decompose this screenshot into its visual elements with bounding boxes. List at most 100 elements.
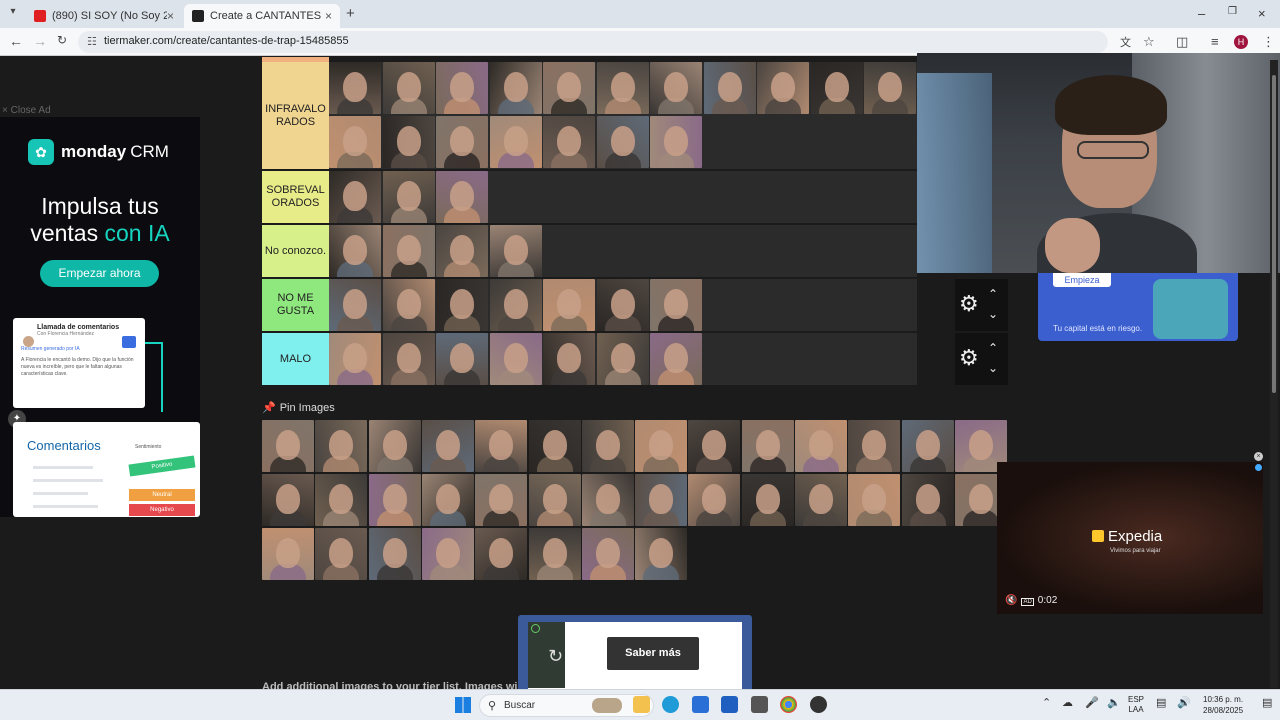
artist-thumbnail[interactable] xyxy=(528,420,581,472)
artist-thumbnail[interactable] xyxy=(315,528,368,580)
tier-label[interactable]: No conozco. xyxy=(262,225,329,278)
adchoices-icon[interactable] xyxy=(1255,464,1262,471)
artist-thumbnail[interactable] xyxy=(262,420,314,472)
tier-label[interactable]: INFRAVALO RADOS xyxy=(262,62,329,170)
clock[interactable]: 10:36 p. m. 28/08/2025 xyxy=(1203,694,1243,716)
artist-thumbnail[interactable] xyxy=(795,420,847,472)
close-icon[interactable]: × xyxy=(325,9,332,23)
artist-thumbnail[interactable] xyxy=(650,333,702,385)
language-indicator[interactable]: ESP LAA xyxy=(1128,695,1144,715)
artist-thumbnail[interactable] xyxy=(329,279,381,331)
artist-thumbnail[interactable] xyxy=(382,279,435,331)
minimize-button[interactable]: – xyxy=(1198,6,1205,21)
profile-avatar[interactable]: H xyxy=(1234,35,1248,49)
network-icon[interactable]: ▤ xyxy=(1156,696,1166,709)
artist-thumbnail[interactable] xyxy=(368,528,421,580)
artist-thumbnail[interactable] xyxy=(688,420,741,472)
artist-thumbnail[interactable] xyxy=(581,474,634,526)
new-tab-button[interactable]: + xyxy=(346,5,355,22)
show-hidden-icons-icon[interactable]: ⌃ xyxy=(1042,696,1051,709)
artist-thumbnail[interactable] xyxy=(795,474,847,526)
reload-button[interactable]: ↻ xyxy=(57,33,67,47)
artist-thumbnail[interactable] xyxy=(650,62,702,114)
close-icon[interactable]: × xyxy=(1254,452,1263,461)
artist-thumbnail[interactable] xyxy=(436,62,488,114)
artist-thumbnail[interactable] xyxy=(489,279,542,331)
artist-thumbnail[interactable] xyxy=(543,62,595,114)
artist-thumbnail[interactable] xyxy=(848,474,901,526)
artist-thumbnail[interactable] xyxy=(329,225,381,277)
artist-thumbnail[interactable] xyxy=(436,116,488,168)
artist-thumbnail[interactable] xyxy=(489,333,542,385)
microphone-icon[interactable]: 🎤 xyxy=(1085,696,1099,709)
scrollbar-thumb[interactable] xyxy=(1272,75,1276,393)
artist-thumbnail[interactable] xyxy=(315,474,368,526)
bookmark-star-icon[interactable]: ☆ xyxy=(1143,34,1155,50)
artist-thumbnail[interactable] xyxy=(421,420,474,472)
media-icon[interactable]: ≡ xyxy=(1211,34,1219,49)
investment-ad[interactable]: Empieza Tu capital está en riesgo. xyxy=(1038,273,1238,341)
empieza-button[interactable]: Empieza xyxy=(1053,273,1111,287)
artist-thumbnail[interactable] xyxy=(635,474,688,526)
artist-thumbnail[interactable] xyxy=(262,528,314,580)
artist-thumbnail[interactable] xyxy=(382,171,435,223)
artist-thumbnail[interactable] xyxy=(475,474,528,526)
windows-start-icon[interactable] xyxy=(455,697,471,713)
artist-thumbnail[interactable] xyxy=(489,225,542,277)
replay-icon[interactable]: ↻ xyxy=(548,646,563,667)
gear-icon[interactable]: ⚙ xyxy=(959,345,979,371)
artist-thumbnail[interactable] xyxy=(810,62,863,114)
restore-button[interactable]: ❐ xyxy=(1228,6,1237,17)
artist-thumbnail[interactable] xyxy=(315,420,368,472)
chrome-icon[interactable] xyxy=(780,696,797,713)
gear-icon[interactable]: ⚙ xyxy=(959,291,979,317)
empezar-ahora-button[interactable]: Empezar ahora xyxy=(40,260,159,287)
artist-thumbnail[interactable] xyxy=(901,420,954,472)
artist-thumbnail[interactable] xyxy=(848,420,901,472)
artist-thumbnail[interactable] xyxy=(596,333,649,385)
back-button[interactable]: ← xyxy=(9,33,23,49)
edge-icon[interactable] xyxy=(662,696,679,713)
url-input[interactable]: ☷ tiermaker.com/create/cantantes-de-trap… xyxy=(78,31,1108,53)
close-icon[interactable]: × xyxy=(167,9,174,23)
extensions-icon[interactable]: ◫ xyxy=(1176,34,1188,50)
artist-thumbnail[interactable] xyxy=(368,474,421,526)
artist-thumbnail[interactable] xyxy=(596,279,649,331)
file-explorer-icon[interactable] xyxy=(633,696,650,713)
artist-thumbnail[interactable] xyxy=(741,420,794,472)
artist-thumbnail[interactable] xyxy=(528,528,581,580)
artist-thumbnail[interactable] xyxy=(382,116,435,168)
artist-thumbnail[interactable] xyxy=(543,333,595,385)
chevron-down-icon[interactable]: ⌄ xyxy=(988,307,998,321)
tab-list-button[interactable]: ▾ xyxy=(6,6,20,20)
artist-thumbnail[interactable] xyxy=(436,279,488,331)
store-icon[interactable] xyxy=(692,696,709,713)
artist-thumbnail[interactable] xyxy=(489,116,542,168)
artist-thumbnail[interactable] xyxy=(650,116,702,168)
artist-thumbnail[interactable] xyxy=(528,474,581,526)
menu-icon[interactable]: ⋮ xyxy=(1262,34,1275,50)
artist-thumbnail[interactable] xyxy=(382,333,435,385)
artist-thumbnail[interactable] xyxy=(901,474,954,526)
tier-label[interactable]: MALO xyxy=(262,333,329,386)
expedia-video-ad[interactable]: Expedia Vivimos para viajar 🔇 AD 0:02 xyxy=(997,462,1263,614)
artist-thumbnail[interactable] xyxy=(262,474,314,526)
saber-mas-button[interactable]: Saber más xyxy=(607,637,699,670)
artist-thumbnail[interactable] xyxy=(382,62,435,114)
tab-youtube[interactable]: (890) SI SOY (No Soy 2.0 Al Re × xyxy=(26,4,182,28)
artist-thumbnail[interactable] xyxy=(329,333,381,385)
visual-studio-icon[interactable] xyxy=(721,696,738,713)
translate-icon[interactable]: 文 xyxy=(1120,34,1131,50)
artist-thumbnail[interactable] xyxy=(368,420,421,472)
taskbar-search[interactable]: ⚲ Buscar xyxy=(479,694,654,717)
artist-thumbnail[interactable] xyxy=(421,528,474,580)
artist-thumbnail[interactable] xyxy=(382,225,435,277)
obs-icon[interactable] xyxy=(810,696,827,713)
artist-thumbnail[interactable] xyxy=(436,333,488,385)
artist-thumbnail[interactable] xyxy=(475,420,528,472)
adchoices-icon[interactable] xyxy=(531,624,540,633)
chevron-down-icon[interactable]: ⌄ xyxy=(988,361,998,375)
tier-label[interactable]: NO ME GUSTA xyxy=(262,279,329,332)
chevron-up-icon[interactable]: ⌃ xyxy=(988,341,998,355)
artist-thumbnail[interactable] xyxy=(543,279,595,331)
